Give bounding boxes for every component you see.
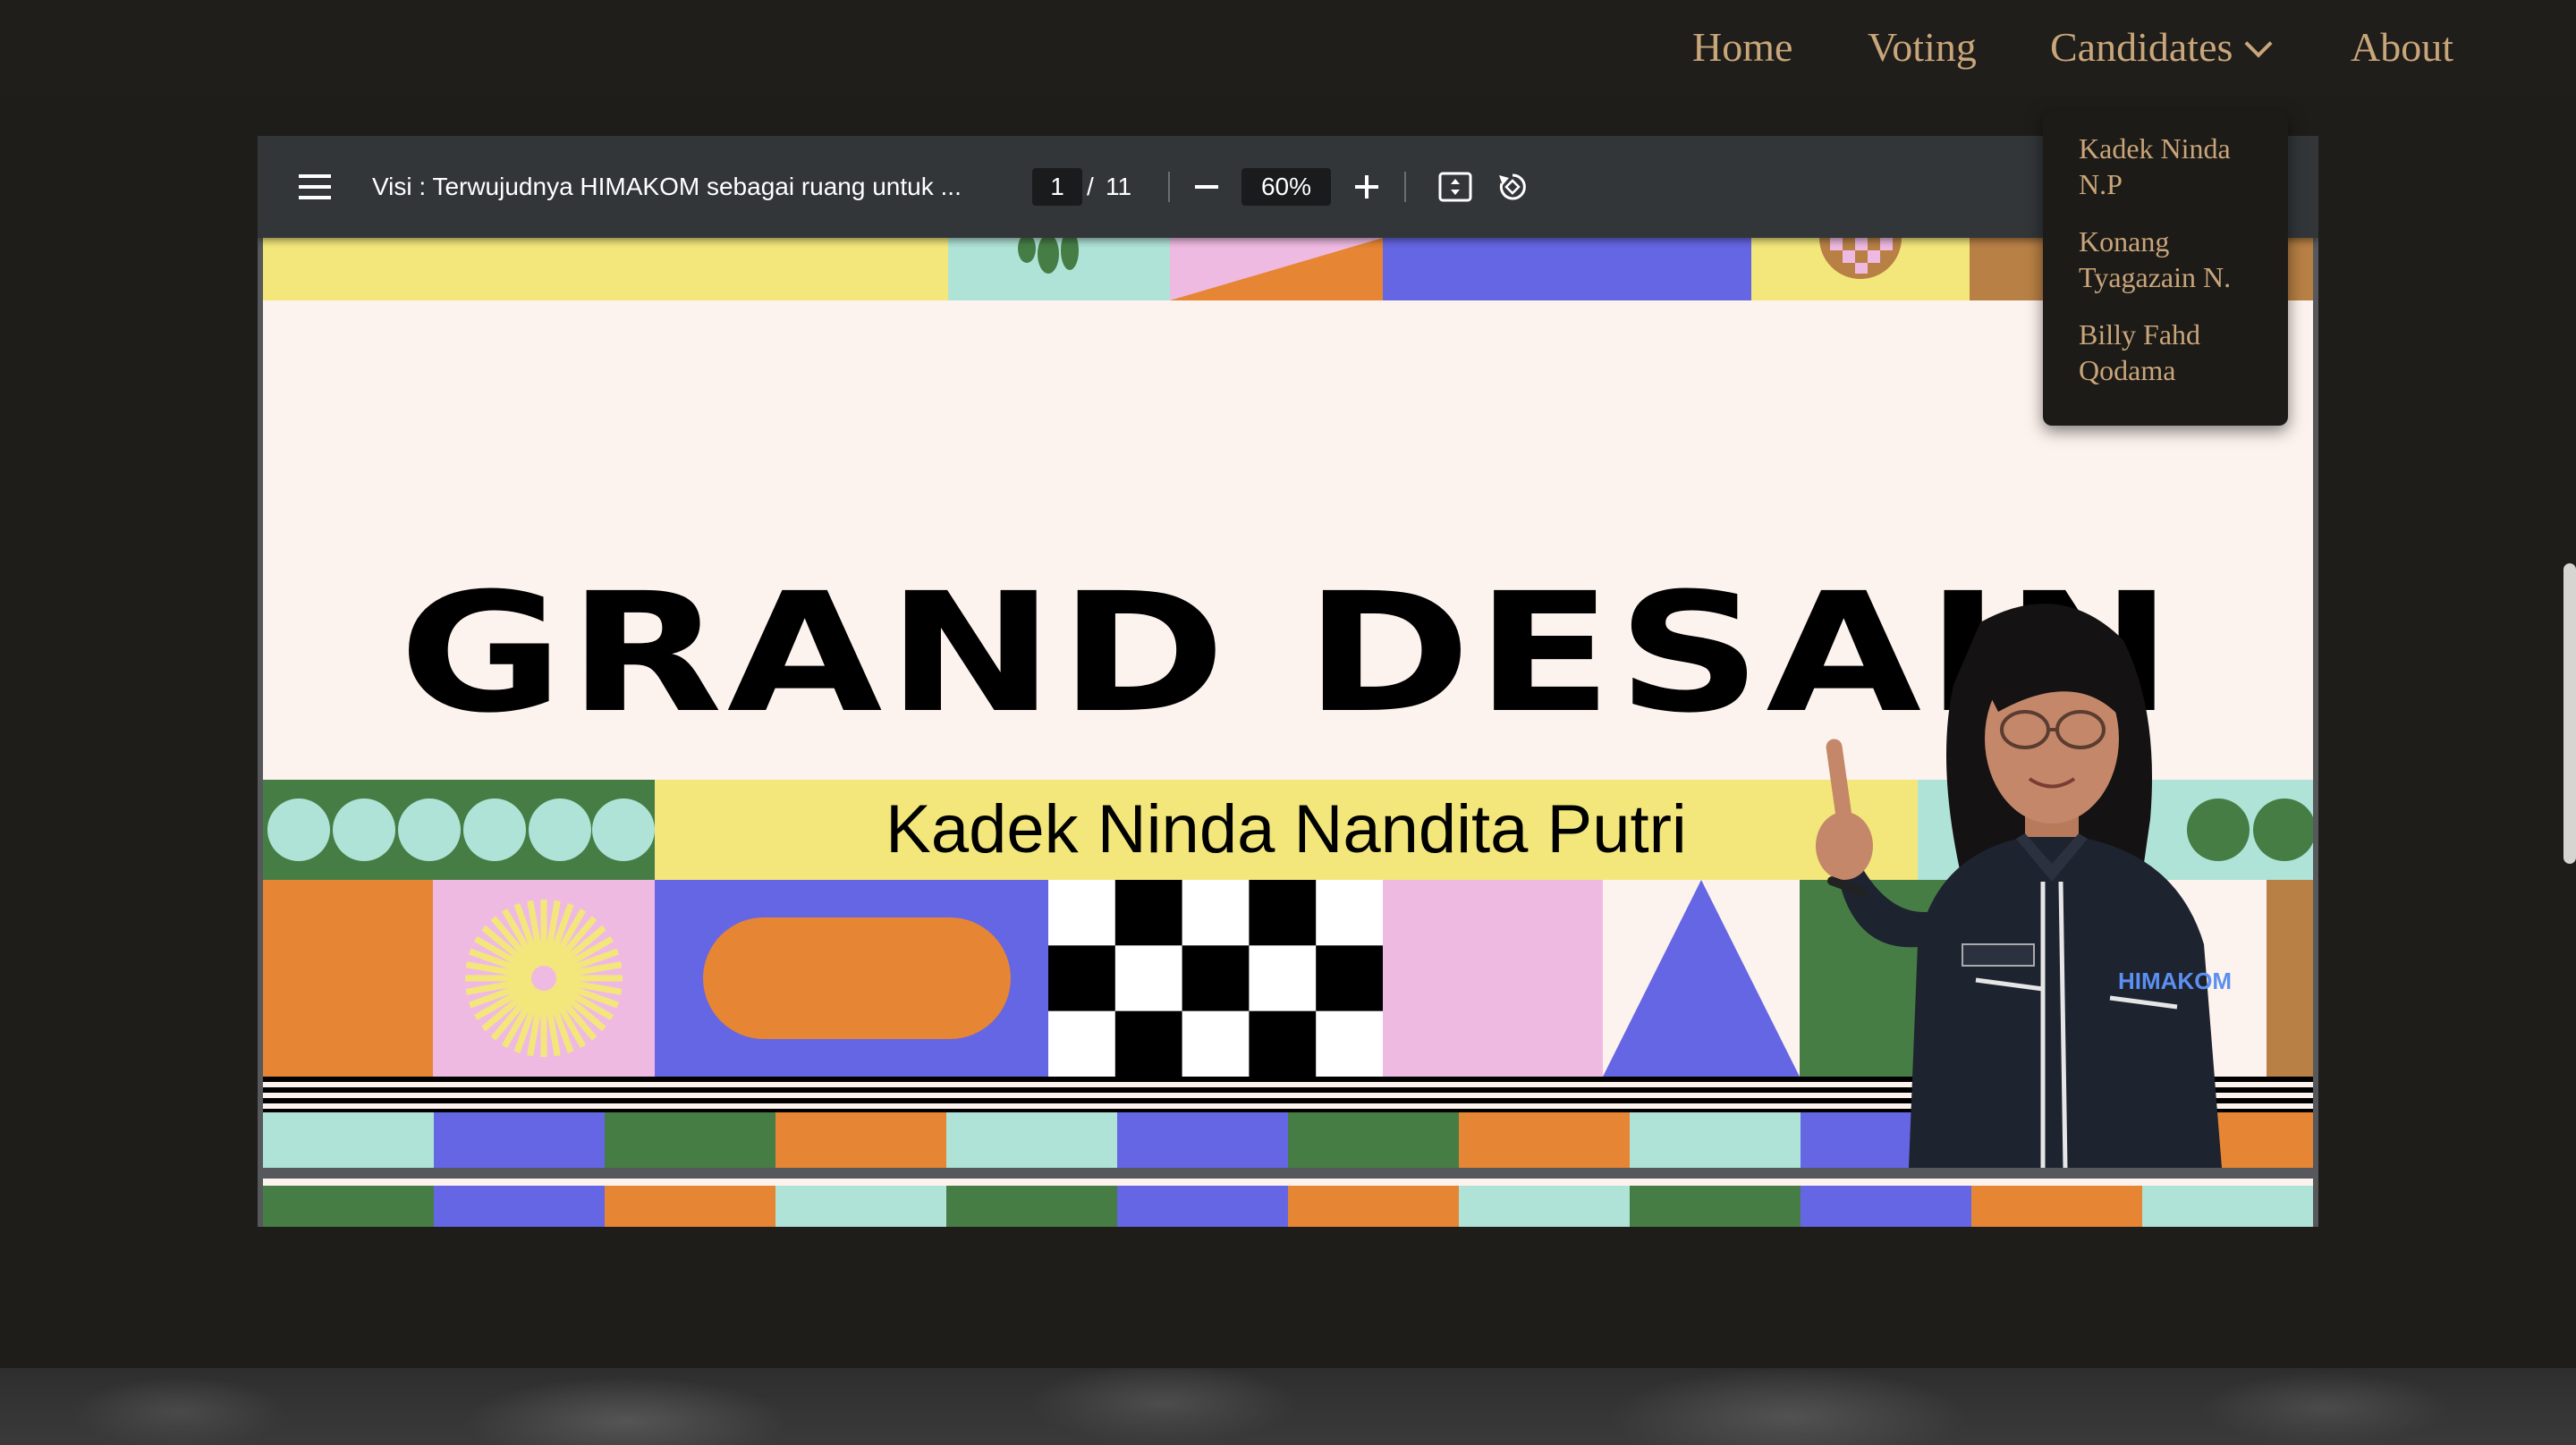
nav-voting[interactable]: Voting [1868, 16, 1977, 79]
dropdown-item-billy[interactable]: Billy Fahd Qodama [2079, 317, 2275, 388]
decor-block [1383, 880, 1603, 1077]
color-bar [605, 1112, 776, 1168]
pdf-toolbar: Visi : Terwujudnya HIMAKOM sebagai ruang… [258, 136, 2318, 238]
dropdown-item-konang[interactable]: Konang Tyagazain N. [2079, 224, 2275, 295]
document-title: Visi : Terwujudnya HIMAKOM sebagai ruang… [372, 173, 962, 200]
sunburst-block [433, 880, 655, 1077]
color-bar [775, 1112, 947, 1168]
svg-text:HIMAKOM: HIMAKOM [2118, 968, 2232, 994]
nav-home[interactable]: Home [1692, 16, 1792, 79]
color-bar [263, 1112, 435, 1168]
color-bar [1801, 1186, 1972, 1227]
nav-candidates-label: Candidates [2050, 24, 2233, 70]
color-bar [775, 1186, 947, 1227]
dropdown-item-line: Qodama [2079, 354, 2176, 386]
decor-block [1751, 238, 1970, 300]
dropdown-item-kadek[interactable]: Kadek Ninda N.P [2079, 131, 2275, 202]
nav-candidates[interactable]: Candidates [2050, 16, 2273, 79]
chevron-down-icon [2244, 30, 2273, 58]
color-bar [1971, 1186, 2143, 1227]
zoom-in-icon[interactable] [1355, 175, 1378, 199]
color-bar [946, 1112, 1118, 1168]
candidates-dropdown: Kadek Ninda N.P Konang Tyagazain N. Bill… [2043, 111, 2288, 426]
dropdown-item-line: Tyagazain N. [2079, 261, 2232, 293]
color-bar [1459, 1186, 1631, 1227]
slide-page-2 [263, 1179, 2313, 1227]
decor-block [948, 238, 1170, 300]
top-navigation: Home Voting Candidates About [0, 0, 2576, 95]
color-bar [1459, 1112, 1631, 1168]
color-bar [1630, 1186, 1801, 1227]
toolbar-divider [1404, 172, 1406, 202]
fit-page-icon[interactable] [1438, 172, 1472, 207]
color-bar [434, 1186, 606, 1227]
decor-block [655, 880, 1048, 1077]
slide-page: GRAND DESAIN Kadek Ninda Nandita Putri H… [263, 238, 2313, 1168]
dropdown-item-line: Billy Fahd [2079, 318, 2201, 351]
color-bar [1117, 1112, 1289, 1168]
color-bar [2142, 1186, 2313, 1227]
dropdown-item-line: Kadek Ninda [2079, 132, 2231, 165]
color-bar [1117, 1186, 1289, 1227]
dropdown-item-line: N.P [2079, 168, 2123, 200]
candidate-name: Kadek Ninda Nandita Putri [886, 791, 1687, 867]
page-separator: / [1087, 173, 1094, 200]
circle-row [263, 780, 655, 880]
color-bar [1288, 1186, 1460, 1227]
zoom-out-icon[interactable] [1195, 185, 1218, 189]
decor-block [1383, 238, 1751, 300]
menu-icon[interactable] [299, 174, 331, 199]
pdf-viewer[interactable]: Visi : Terwujudnya HIMAKOM sebagai ruang… [258, 136, 2318, 1227]
color-bar [946, 1186, 1118, 1227]
page-number-input[interactable]: 1 [1032, 168, 1082, 206]
color-bar [1288, 1112, 1460, 1168]
toolbar-divider [1168, 172, 1170, 202]
dropdown-item-line: Konang [2079, 225, 2170, 258]
color-bar [263, 1186, 435, 1227]
total-pages: 11 [1106, 173, 1132, 200]
page-scrollbar[interactable] [2563, 563, 2576, 864]
checkerboard-block [1048, 880, 1383, 1077]
nav-about[interactable]: About [2351, 16, 2453, 79]
zoom-level-input[interactable]: 60% [1241, 168, 1331, 206]
rotate-icon[interactable] [1496, 170, 1530, 208]
candidate-photo: HIMAKOM [1757, 587, 2293, 1168]
color-bar [605, 1186, 776, 1227]
background-artwork [0, 1368, 2576, 1445]
decor-block [263, 880, 433, 1077]
color-bar [434, 1112, 606, 1168]
decor-block [1170, 238, 1383, 300]
decor-block [263, 238, 948, 300]
